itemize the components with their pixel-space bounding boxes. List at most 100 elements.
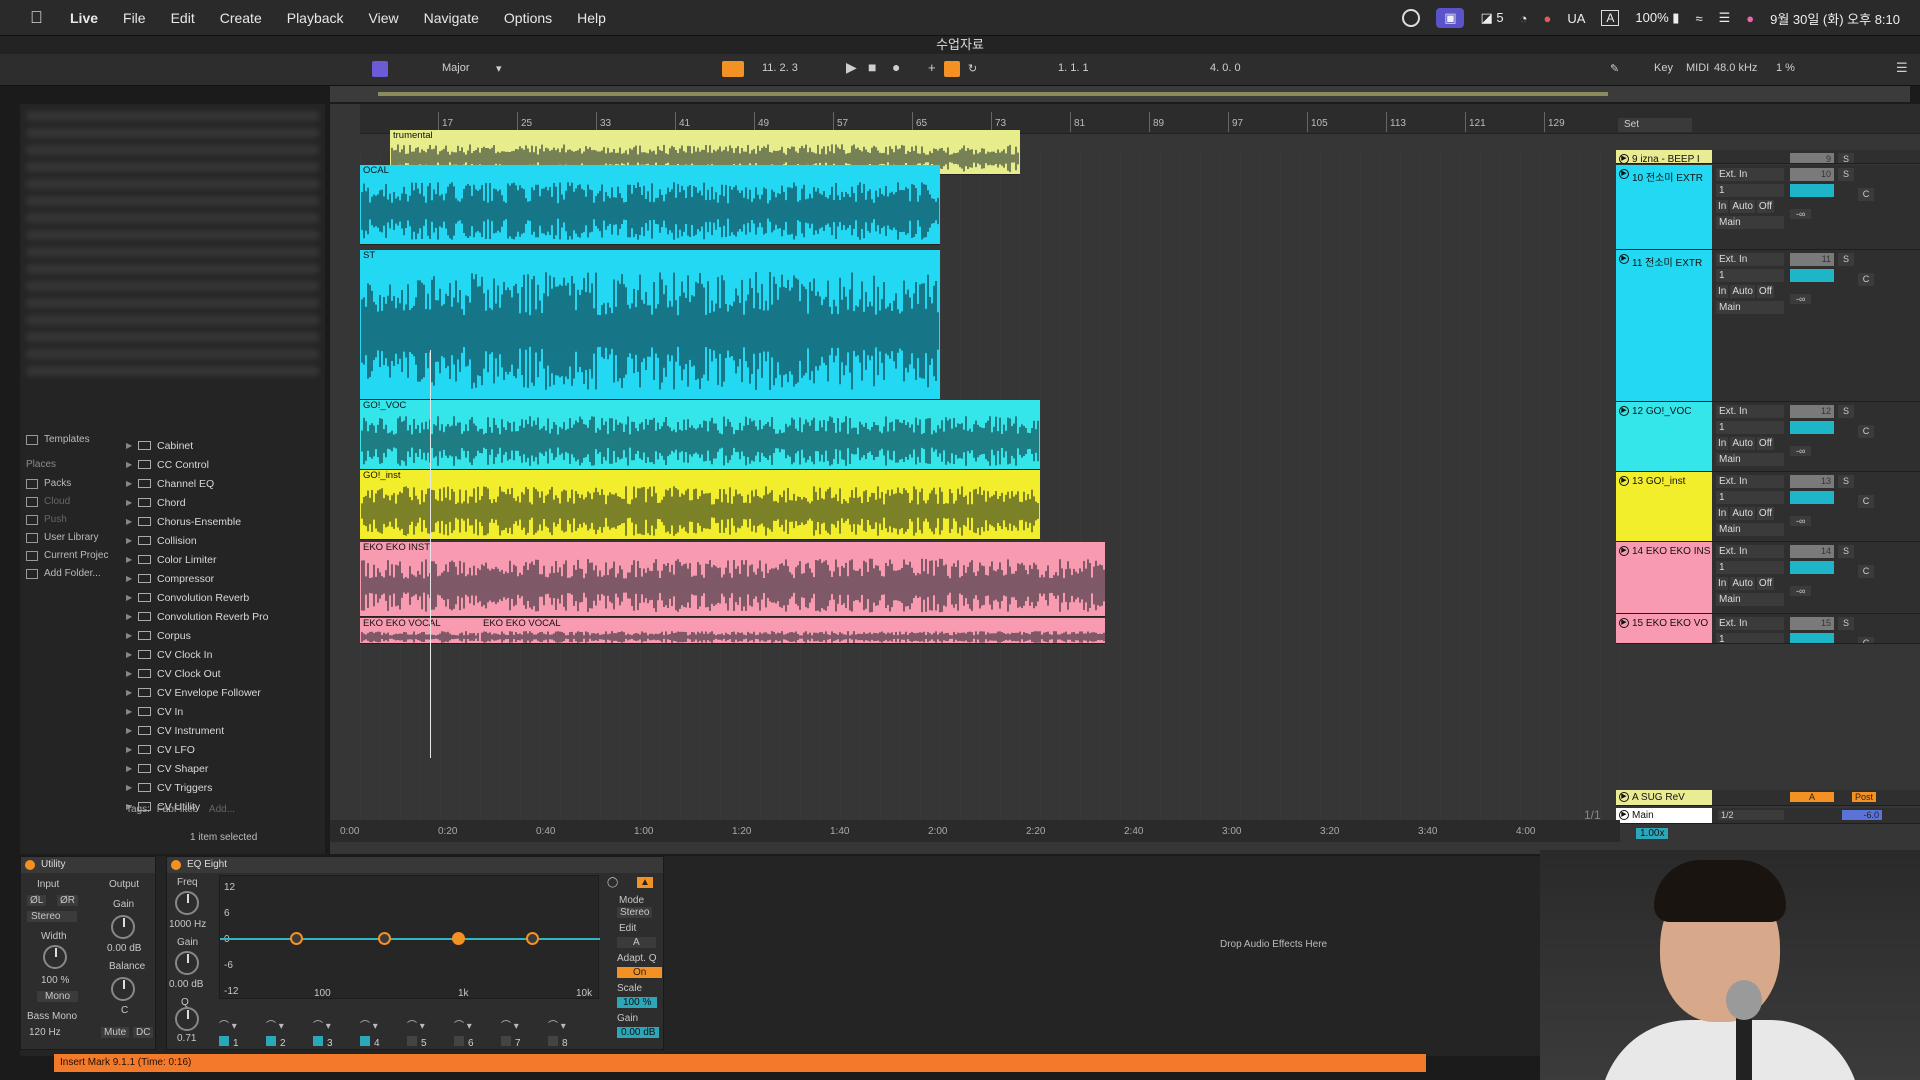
volume-field[interactable] <box>1790 561 1834 574</box>
balance-value[interactable]: C <box>121 1005 128 1016</box>
track-fold-icon[interactable]: ▶ <box>1619 254 1629 264</box>
places-templates[interactable]: Templates <box>26 434 126 445</box>
bass-mono-button[interactable]: Bass Mono <box>27 1011 77 1022</box>
chevron-right-icon[interactable]: ▶ <box>126 536 138 545</box>
battery-level[interactable]: 100% ▮ <box>1635 10 1679 26</box>
filter-shape-icon[interactable]: ⌒ ▾ <box>454 1017 494 1032</box>
pan-field[interactable]: C <box>1858 637 1874 643</box>
balance-knob[interactable] <box>111 977 135 1001</box>
main-volume[interactable]: -6.0 <box>1842 810 1882 820</box>
input-type-select[interactable]: Ext. In <box>1716 405 1784 418</box>
gain-knob[interactable] <box>111 915 135 939</box>
input-type-select[interactable]: Ext. In <box>1716 617 1784 630</box>
monitor-in-button[interactable]: In <box>1716 437 1729 450</box>
filter-shape-icon[interactable]: ⌒ ▾ <box>266 1017 306 1032</box>
status-circle-icon[interactable] <box>1402 9 1421 27</box>
listen-icon[interactable]: ◯ <box>607 877 618 888</box>
track-fold-icon[interactable]: ▶ <box>1619 169 1629 179</box>
browser-device-item[interactable]: ▶ CV Clock In <box>126 645 325 664</box>
track-number[interactable]: 12 <box>1790 405 1834 418</box>
solo-button[interactable]: S <box>1838 617 1854 630</box>
mode-select[interactable]: Stereo <box>617 907 653 918</box>
control-center-icon[interactable]: ☰ <box>1719 10 1731 26</box>
pencil-icon[interactable]: ✎ <box>1610 62 1619 75</box>
arrangement-overview[interactable] <box>330 86 1910 102</box>
play-icon[interactable]: ▶ <box>846 59 857 76</box>
monitor-in-button[interactable]: In <box>1716 285 1729 298</box>
places-packs[interactable]: Packs <box>26 478 126 489</box>
filter-shape-icon[interactable]: ⌒ ▾ <box>219 1017 259 1032</box>
track-name-cell[interactable]: ▶ 14 EKO EKO INS <box>1616 542 1712 613</box>
stop-icon[interactable]: ■ <box>868 59 876 75</box>
browser-device-item[interactable]: ▶ Channel EQ <box>126 474 325 493</box>
band-active-toggle[interactable] <box>219 1036 229 1046</box>
chevron-right-icon[interactable]: ▶ <box>126 498 138 507</box>
eq-band-toggle[interactable]: ⌒ ▾ 5 <box>407 1017 447 1049</box>
eq-gain-value[interactable]: 0.00 dB <box>169 979 203 990</box>
track-number[interactable]: 13 <box>1790 475 1834 488</box>
device-on-icon[interactable] <box>171 860 181 870</box>
bass-mono-freq[interactable]: 120 Hz <box>29 1027 61 1038</box>
clock[interactable]: 9월 30일 (화) 오후 8:10 <box>1770 9 1900 28</box>
pan-field[interactable]: C <box>1858 565 1874 578</box>
tag-add[interactable]: Add... <box>209 804 235 815</box>
chevron-right-icon[interactable]: ▶ <box>126 574 138 583</box>
chevron-right-icon[interactable]: ▶ <box>126 517 138 526</box>
browser-device-item[interactable]: ▶ CV LFO <box>126 740 325 759</box>
browser-device-item[interactable]: ▶ Chorus-Ensemble <box>126 512 325 531</box>
monitor-auto-button[interactable]: Auto <box>1730 437 1755 450</box>
input-channel-select[interactable]: 1 <box>1716 269 1784 282</box>
post-button[interactable]: Post <box>1852 792 1877 802</box>
eq-band-toggle[interactable]: ⌒ ▾ 8 <box>548 1017 588 1049</box>
apple-icon[interactable]:  <box>30 8 48 27</box>
band-active-toggle[interactable] <box>501 1036 511 1046</box>
adaptive-icon[interactable]: ▲ <box>637 877 653 888</box>
browser-device-item[interactable]: ▶ Convolution Reverb Pro <box>126 607 325 626</box>
automation-arm-button[interactable] <box>944 61 960 77</box>
return-track-name[interactable]: ▶ A SUG ReV <box>1616 790 1712 805</box>
browser-device-item[interactable]: ▶ CV Shaper <box>126 759 325 778</box>
input-channel-select[interactable]: 1 <box>1716 421 1784 434</box>
audio-clip[interactable]: EKO EKO VOCAL <box>480 618 1105 644</box>
browser-device-item[interactable]: ▶ CV Triggers <box>126 778 325 797</box>
eq-band-point[interactable] <box>378 932 391 945</box>
menu-playback[interactable]: Playback <box>287 10 344 26</box>
volume-field[interactable] <box>1790 184 1834 197</box>
band-active-toggle[interactable] <box>313 1036 323 1046</box>
pan-field[interactable]: C <box>1858 495 1874 508</box>
monitor-off-button[interactable]: Off <box>1756 507 1775 520</box>
key-map-button[interactable]: Key <box>1654 62 1673 74</box>
time-ruler[interactable]: 0:00 0:20 0:40 1:00 1:20 1:40 2:00 2:20 2:40 3:00… <box>330 820 1620 842</box>
eq-band-toggle[interactable]: ⌒ ▾ 3 <box>313 1017 353 1049</box>
solo-button[interactable]: S <box>1838 475 1854 488</box>
audio-clip[interactable]: GO!_inst <box>360 470 1040 540</box>
solo-button[interactable]: S <box>1838 253 1854 266</box>
menu-live[interactable]: Live <box>70 10 98 26</box>
audio-clip[interactable]: EKO EKO INST <box>360 542 1105 617</box>
track-fold-icon[interactable]: ▶ <box>1619 792 1629 802</box>
add-icon[interactable]: + <box>928 60 936 75</box>
track-header[interactable]: ▶ 10 전소미 EXTR Ext. In 1 In Auto Off Main 10 S C -∞ <box>1616 165 1920 250</box>
places-push[interactable]: Push <box>26 514 126 525</box>
band-active-toggle[interactable] <box>360 1036 370 1046</box>
eq-band-point-selected[interactable] <box>452 932 465 945</box>
timer-icon[interactable]: ◔ <box>1520 11 1528 26</box>
send-value[interactable]: -∞ <box>1790 446 1812 456</box>
track-fold-icon[interactable]: ▶ <box>1619 810 1629 820</box>
chevron-right-icon[interactable]: ▶ <box>126 745 138 754</box>
track-fold-icon[interactable]: ▶ <box>1619 406 1629 416</box>
chevron-right-icon[interactable]: ▶ <box>126 555 138 564</box>
browser-device-item[interactable]: ▶ Chord <box>126 493 325 512</box>
eq-band-toggle[interactable]: ⌒ ▾ 7 <box>501 1017 541 1049</box>
record-icon[interactable]: ● <box>1543 11 1551 26</box>
menu-navigate[interactable]: Navigate <box>424 10 479 26</box>
screen-share-icon[interactable]: ▣ <box>1436 8 1465 28</box>
track-header[interactable]: ▶ 14 EKO EKO INS Ext. In 1 In Auto Off Main 14 S C… <box>1616 542 1920 614</box>
chevron-right-icon[interactable]: ▶ <box>126 460 138 469</box>
track-fold-icon[interactable]: ▶ <box>1619 618 1629 628</box>
monitor-in-button[interactable]: In <box>1716 507 1729 520</box>
track-header[interactable]: ▶ 13 GO!_inst Ext. In 1 In Auto Off Main 13 S C -∞ <box>1616 472 1920 542</box>
browser-device-item[interactable]: ▶ CC Control <box>126 455 325 474</box>
q-knob[interactable] <box>175 1007 199 1031</box>
follow-button[interactable] <box>722 61 744 77</box>
